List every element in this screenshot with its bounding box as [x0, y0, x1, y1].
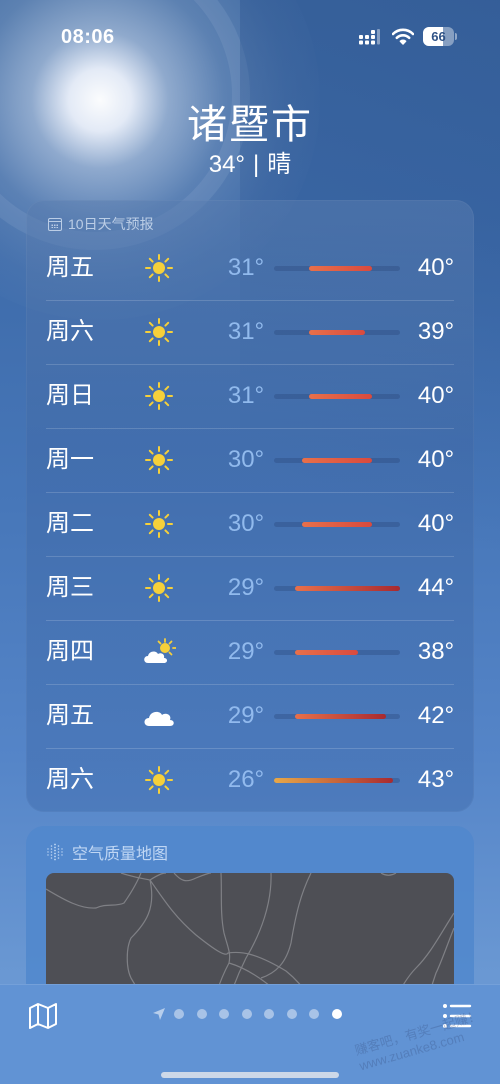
forecast-row[interactable]: 周二 30° 40° — [26, 492, 474, 556]
temperature-range-bar — [302, 458, 372, 463]
watermark: 赚客吧，有奖一起赚！ www.zuanke8.com — [353, 1008, 487, 1075]
high-temperature: 43° — [417, 766, 455, 793]
forecast-day: 周五 — [46, 254, 94, 281]
forecast-day: 周六 — [46, 766, 94, 793]
sun-icon — [142, 381, 176, 411]
forecast-list: 周五 31° 40° 周六 31° 39° 周日 31° 40° 周一 30° 40° 周二 30° 40°… — [26, 236, 474, 812]
home-indicator[interactable] — [161, 1072, 339, 1078]
page-dot[interactable] — [196, 1009, 207, 1019]
forecast-row[interactable]: 周六 26° 43° — [26, 748, 474, 812]
forecast-row[interactable]: 周六 31° 39° — [26, 300, 474, 364]
page-dot[interactable] — [331, 1009, 342, 1019]
sun-icon — [142, 317, 176, 347]
temperature-range-bar — [309, 394, 372, 399]
forecast-row[interactable]: 周五 31° 40° — [26, 236, 474, 300]
temperature-range-track — [274, 586, 400, 591]
forecast-day: 周二 — [46, 510, 94, 537]
high-temperature: 42° — [417, 702, 455, 729]
battery-indicator: 66 — [423, 27, 457, 46]
calendar-icon — [48, 217, 62, 231]
page-dot[interactable] — [264, 1009, 274, 1019]
low-temperature: 31° — [227, 254, 265, 281]
page-dot[interactable] — [174, 1009, 184, 1019]
low-temperature: 29° — [227, 702, 265, 729]
city-name: 诸暨市 — [187, 103, 313, 147]
temperature-range-track — [274, 394, 400, 399]
temperature-range-track — [274, 330, 400, 335]
forecast-day: 周五 — [46, 702, 94, 729]
bottom-toolbar: 赚客吧，有奖一起赚！ www.zuanke8.com — [0, 984, 500, 1084]
page-dot[interactable] — [309, 1009, 319, 1019]
temperature-range-bar — [302, 522, 372, 527]
low-temperature: 29° — [227, 574, 265, 601]
sun-icon — [142, 509, 176, 539]
low-temperature: 31° — [227, 382, 265, 409]
sun-icon — [142, 765, 176, 795]
page-dot[interactable] — [219, 1009, 229, 1019]
forecast-day: 周六 — [46, 318, 94, 345]
temperature-range-bar — [295, 714, 386, 719]
air-quality-title: 空气质量地图 — [72, 846, 169, 863]
wifi-icon — [392, 28, 414, 45]
low-temperature: 29° — [227, 638, 265, 665]
cellular-signal-icon — [359, 29, 380, 45]
forecast-header: 10日天气预报 — [48, 215, 154, 233]
separator: | — [253, 151, 260, 178]
low-temperature: 26° — [227, 766, 265, 793]
high-temperature: 40° — [417, 446, 455, 473]
low-temperature: 30° — [227, 510, 265, 537]
map-icon[interactable] — [28, 1002, 58, 1030]
ten-day-forecast-card[interactable]: 10日天气预报 周五 31° 40° 周六 31° 39° 周日 31° 40° 周一 30° 40°… — [26, 200, 474, 812]
air-quality-header: 空气质量地图 — [46, 840, 168, 864]
location-arrow-icon[interactable] — [152, 1007, 166, 1021]
forecast-day: 周一 — [46, 446, 94, 473]
temperature-range-track — [274, 266, 400, 271]
cloud-icon — [142, 701, 176, 731]
partly-cloudy-icon — [142, 637, 177, 667]
temperature-range-track — [274, 714, 400, 719]
current-temperature: 34° — [208, 151, 246, 178]
high-temperature: 39° — [417, 318, 455, 345]
temperature-range-track — [274, 458, 400, 463]
page-dot[interactable] — [286, 1009, 297, 1019]
sun-icon — [142, 573, 176, 603]
low-temperature: 30° — [227, 446, 265, 473]
forecast-row[interactable]: 周四 29° 38° — [26, 620, 474, 684]
temperature-range-bar — [274, 778, 393, 783]
high-temperature: 38° — [417, 638, 455, 665]
forecast-day: 周四 — [46, 638, 94, 665]
forecast-row[interactable]: 周日 31° 40° — [26, 364, 474, 428]
temperature-range-track — [274, 778, 400, 783]
status-bar: 08:06 66 — [0, 0, 500, 60]
forecast-title: 10日天气预报 — [68, 216, 154, 232]
high-temperature: 40° — [417, 382, 455, 409]
temperature-range-bar — [309, 266, 372, 271]
current-condition: 晴 — [267, 151, 292, 178]
temperature-range-bar — [295, 586, 400, 591]
forecast-row[interactable]: 周一 30° 40° — [26, 428, 474, 492]
battery-level: 66 — [431, 29, 446, 44]
low-temperature: 31° — [227, 318, 265, 345]
forecast-row[interactable]: 周五 29° 42° — [26, 684, 474, 748]
air-quality-icon — [47, 843, 63, 861]
page-dot[interactable] — [241, 1009, 252, 1019]
current-conditions: 34° | 晴 — [0, 144, 500, 179]
sun-icon — [142, 445, 176, 475]
forecast-row[interactable]: 周三 29° 44° — [26, 556, 474, 620]
temperature-range-bar — [295, 650, 358, 655]
temperature-range-track — [274, 650, 400, 655]
high-temperature: 40° — [417, 254, 455, 281]
temperature-range-track — [274, 522, 400, 527]
temperature-range-bar — [309, 330, 365, 335]
forecast-day: 周日 — [46, 382, 94, 409]
page-indicator[interactable] — [152, 1007, 354, 1021]
sun-icon — [142, 253, 176, 283]
high-temperature: 40° — [417, 510, 455, 537]
status-time: 08:06 — [61, 26, 115, 48]
forecast-day: 周三 — [46, 574, 94, 601]
high-temperature: 44° — [417, 574, 455, 601]
